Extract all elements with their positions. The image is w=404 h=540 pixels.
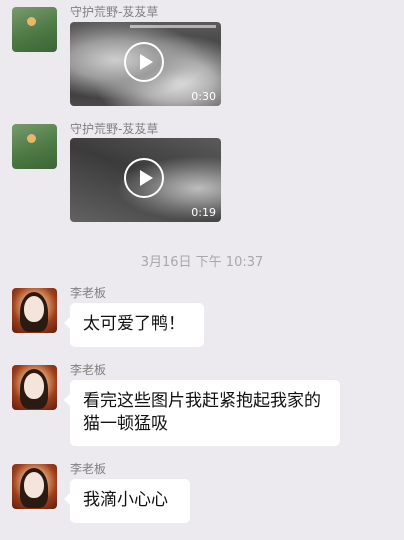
sender-avatar[interactable]: [12, 288, 57, 333]
video-timestamp-overlay: [130, 25, 216, 28]
sender-name: 李老板: [70, 462, 107, 476]
sender-name: 守护荒野-芨芨草: [70, 122, 159, 136]
sender-avatar[interactable]: [12, 124, 57, 169]
sun-icon: [27, 134, 36, 143]
sender-name: 李老板: [70, 286, 107, 300]
sender-avatar[interactable]: [12, 7, 57, 52]
sender-avatar[interactable]: [12, 464, 57, 509]
chat-timestamp: 3月16日 下午 10:37: [140, 255, 264, 270]
video-duration: 0:19: [191, 206, 216, 219]
video-message[interactable]: 0:30: [70, 22, 221, 106]
video-duration: 0:30: [191, 90, 216, 103]
text-message-bubble[interactable]: 我滴小心心: [64, 479, 190, 523]
text-message-bubble[interactable]: 太可爱了鸭！: [64, 303, 204, 347]
sender-avatar[interactable]: [12, 365, 57, 410]
sun-icon: [27, 17, 36, 26]
video-message[interactable]: 0:19: [70, 138, 221, 222]
sender-name: 李老板: [70, 363, 107, 377]
play-icon[interactable]: [124, 42, 164, 82]
text-message-bubble[interactable]: 看完这些图片我赶紧抱起我家的猫一顿猛吸: [64, 380, 340, 446]
chat-message-list[interactable]: 守护荒野-芨芨草 0:30 守护荒野-芨芨草 0:19 3月16日 下午 10:…: [0, 0, 404, 540]
sender-name: 守护荒野-芨芨草: [70, 5, 159, 19]
play-icon[interactable]: [124, 158, 164, 198]
